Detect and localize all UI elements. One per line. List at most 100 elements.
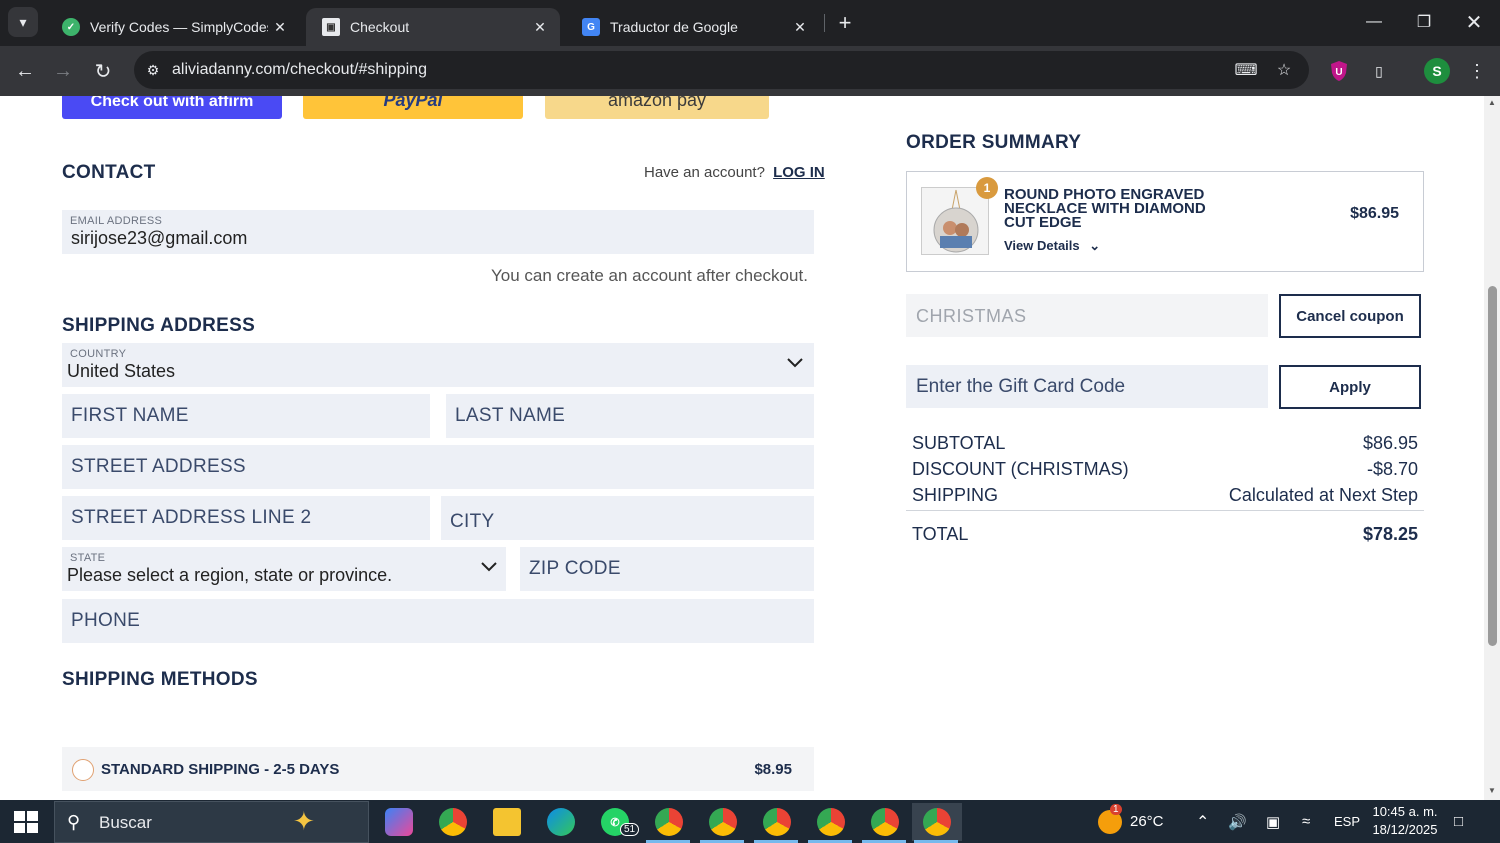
chrome-profile-c-icon[interactable]: [644, 803, 694, 843]
taskbar-search[interactable]: ⚲ Buscar ✦: [54, 801, 369, 843]
language-indicator[interactable]: ESP: [1334, 800, 1360, 843]
forward-button[interactable]: →: [48, 56, 78, 86]
paypal-checkout-button[interactable]: PayPal: [303, 96, 523, 119]
last-name-field[interactable]: LAST NAME: [446, 394, 814, 438]
tab-checkout[interactable]: ▣ Checkout ✕: [306, 8, 560, 46]
close-tab-icon[interactable]: ✕: [788, 19, 812, 36]
street-address-line2-field[interactable]: STREET ADDRESS LINE 2: [62, 496, 430, 540]
close-tab-icon[interactable]: ✕: [528, 19, 552, 36]
email-field[interactable]: EMAIL ADDRESS sirijose23@gmail.com: [62, 210, 814, 254]
login-link[interactable]: LOG IN: [773, 164, 825, 181]
country-select[interactable]: COUNTRY United States: [62, 343, 814, 387]
url-text[interactable]: aliviadanny.com/checkout/#shipping: [172, 61, 427, 79]
weather-widget[interactable]: 1 26°C: [1098, 800, 1164, 843]
scrollbar-thumb[interactable]: [1488, 286, 1497, 646]
taskbar-search-text: Buscar: [99, 813, 152, 832]
subtotal-row: SUBTOTAL $86.95: [912, 433, 1418, 454]
close-tab-icon[interactable]: ✕: [268, 19, 292, 36]
street-address-placeholder: STREET ADDRESS: [71, 456, 246, 477]
standard-shipping-option[interactable]: STANDARD SHIPPING - 2-5 DAYS $8.95: [62, 747, 814, 791]
shipping-row: SHIPPING Calculated at Next Step: [912, 485, 1418, 506]
shipping-option-price: $8.95: [754, 761, 792, 778]
new-tab-button[interactable]: +: [832, 10, 858, 36]
close-window-button[interactable]: ✕: [1450, 6, 1498, 38]
weather-temp: 26°C: [1130, 813, 1164, 830]
browser-toolbar: ← → ↻ ⚙ aliviadanny.com/checkout/#shippi…: [0, 46, 1500, 96]
reload-button[interactable]: ↻: [88, 56, 118, 86]
chrome-app-icon[interactable]: [428, 803, 478, 841]
apply-gift-card-button[interactable]: Apply: [1279, 365, 1421, 409]
wifi-icon[interactable]: ≈: [1302, 800, 1310, 843]
chrome-profile-c2-icon[interactable]: [698, 803, 748, 843]
coupon-code-value: CHRISTMAS: [916, 306, 1027, 326]
zip-code-placeholder: ZIP CODE: [529, 558, 621, 579]
street-address-field[interactable]: STREET ADDRESS: [62, 445, 814, 489]
state-label: STATE: [70, 552, 106, 564]
view-details-label: View Details: [1004, 238, 1080, 253]
totals-divider: [906, 510, 1424, 511]
copilot-app-icon[interactable]: [374, 803, 424, 841]
city-field[interactable]: CITY: [441, 496, 814, 540]
tab-simplycodes[interactable]: ✓ Verify Codes — SimplyCodes ✕: [46, 8, 300, 46]
tab-title: Checkout: [350, 19, 410, 35]
volume-icon[interactable]: 🔊: [1228, 800, 1247, 843]
view-details-toggle[interactable]: View Details ⌄: [1004, 238, 1100, 254]
restore-button[interactable]: ❐: [1400, 6, 1448, 38]
translate-icon[interactable]: ⌨: [1234, 59, 1258, 81]
country-label: COUNTRY: [70, 348, 127, 360]
tab-title: Verify Codes — SimplyCodes: [90, 19, 268, 35]
edge-app-icon[interactable]: [536, 803, 586, 841]
profile-avatar[interactable]: S: [1424, 58, 1450, 84]
whatsapp-app-icon[interactable]: ✆ 51: [590, 803, 640, 841]
back-button[interactable]: ←: [10, 56, 40, 86]
cancel-coupon-button[interactable]: Cancel coupon: [1279, 294, 1421, 338]
windows-start-icon[interactable]: [14, 811, 38, 833]
city-placeholder: CITY: [450, 511, 495, 533]
have-account-row: Have an account? LOG IN: [644, 164, 825, 181]
bookmark-star-icon[interactable]: ☆: [1272, 59, 1296, 81]
tab-google-translate[interactable]: G Traductor de Google ✕: [566, 8, 820, 46]
extensions-puzzle-icon[interactable]: ▯: [1366, 58, 1392, 84]
minimize-button[interactable]: —: [1350, 6, 1398, 38]
gift-card-field[interactable]: Enter the Gift Card Code: [906, 365, 1268, 408]
taskbar-clock[interactable]: 10:45 a. m. 18/12/2025: [1370, 803, 1440, 839]
search-icon: ⚲: [67, 812, 81, 832]
scroll-down-arrow-icon[interactable]: ▼: [1487, 786, 1497, 796]
have-account-text: Have an account?: [644, 164, 765, 181]
ublock-extension-icon[interactable]: U: [1326, 58, 1352, 84]
shipping-methods-title: SHIPPING METHODS: [62, 669, 258, 690]
order-summary-title: ORDER SUMMARY: [906, 132, 1082, 153]
phone-field[interactable]: PHONE: [62, 599, 814, 643]
discount-row: DISCOUNT (CHRISTMAS) -$8.70: [912, 459, 1418, 480]
chrome-profile-p-icon[interactable]: [806, 803, 856, 843]
tab-search-button[interactable]: ▾: [8, 7, 38, 37]
shipping-radio[interactable]: [72, 759, 94, 781]
first-name-placeholder: FIRST NAME: [71, 405, 189, 426]
page-scrollbar[interactable]: ▲ ▼: [1484, 96, 1500, 800]
show-hidden-icons-icon[interactable]: ⌃: [1196, 800, 1209, 843]
state-select[interactable]: STATE Please select a region, state or p…: [62, 547, 506, 591]
address-bar[interactable]: ⚙ aliviadanny.com/checkout/#shipping ⌨ ☆: [134, 51, 1309, 89]
quantity-badge: 1: [976, 177, 998, 199]
file-explorer-icon[interactable]: [482, 803, 532, 841]
email-label: EMAIL ADDRESS: [70, 215, 163, 227]
subtotal-label: SUBTOTAL: [912, 433, 1006, 453]
copilot-sparkle-icon[interactable]: ✦: [293, 806, 315, 837]
affirm-checkout-button[interactable]: Check out with affirm: [62, 96, 282, 119]
scroll-up-arrow-icon[interactable]: ▲: [1487, 98, 1497, 108]
email-value[interactable]: sirijose23@gmail.com: [71, 228, 247, 249]
meet-now-icon[interactable]: ▣: [1266, 800, 1280, 843]
coupon-code-field[interactable]: CHRISTMAS: [906, 294, 1268, 337]
chrome-active-window-icon[interactable]: [912, 803, 962, 843]
order-item-card: 1 ROUND PHOTO ENGRAVED NECKLACE WITH DIA…: [906, 171, 1424, 272]
chrome-profile-mail-icon[interactable]: [860, 803, 910, 843]
zip-code-field[interactable]: ZIP CODE: [520, 547, 814, 591]
notifications-icon[interactable]: □: [1454, 800, 1463, 843]
site-info-icon[interactable]: ⚙: [142, 59, 164, 81]
last-name-placeholder: LAST NAME: [455, 405, 566, 426]
amazon-pay-button[interactable]: amazon pay: [545, 96, 769, 119]
product-price: $86.95: [1350, 205, 1399, 222]
browser-menu-icon[interactable]: ⋮: [1464, 58, 1490, 84]
chrome-profile-g-icon[interactable]: [752, 803, 802, 843]
first-name-field[interactable]: FIRST NAME: [62, 394, 430, 438]
